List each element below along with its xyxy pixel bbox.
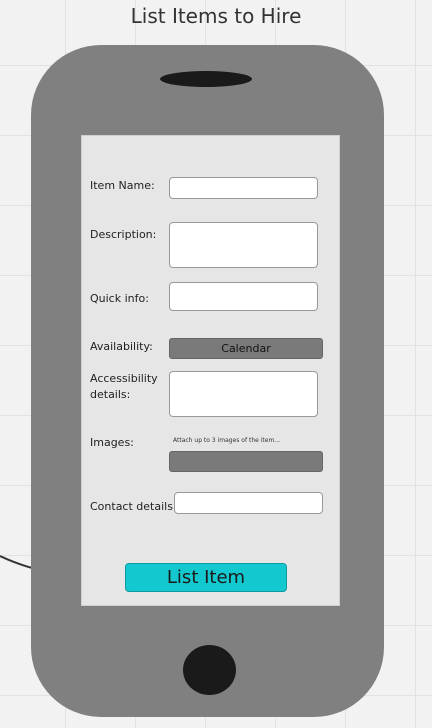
- quick-info-field[interactable]: [169, 282, 318, 311]
- images-label: Images:: [90, 436, 134, 449]
- availability-label: Availability:: [90, 340, 153, 353]
- phone-mockup: Item Name: Description: Quick info: Avai…: [31, 45, 384, 717]
- phone-speaker: [160, 71, 252, 87]
- accessibility-label-line1: Accessibility: [90, 372, 158, 385]
- item-name-label: Item Name:: [90, 179, 155, 192]
- quick-info-label: Quick info:: [90, 292, 149, 305]
- contact-details-field[interactable]: [174, 492, 323, 514]
- images-upload-button[interactable]: [169, 451, 323, 472]
- contact-details-label: Contact details:: [90, 500, 177, 513]
- accessibility-label-line2: details:: [90, 388, 131, 401]
- calendar-button[interactable]: Calendar: [169, 338, 323, 359]
- item-name-field[interactable]: [169, 177, 318, 199]
- description-field[interactable]: [169, 222, 318, 268]
- phone-screen: Item Name: Description: Quick info: Avai…: [81, 135, 340, 606]
- phone-home-button: [183, 645, 236, 695]
- description-label: Description:: [90, 228, 157, 241]
- accessibility-field[interactable]: [169, 371, 318, 417]
- list-item-button[interactable]: List Item: [125, 563, 287, 592]
- images-hint: Attach up to 3 images of the item...: [173, 437, 281, 444]
